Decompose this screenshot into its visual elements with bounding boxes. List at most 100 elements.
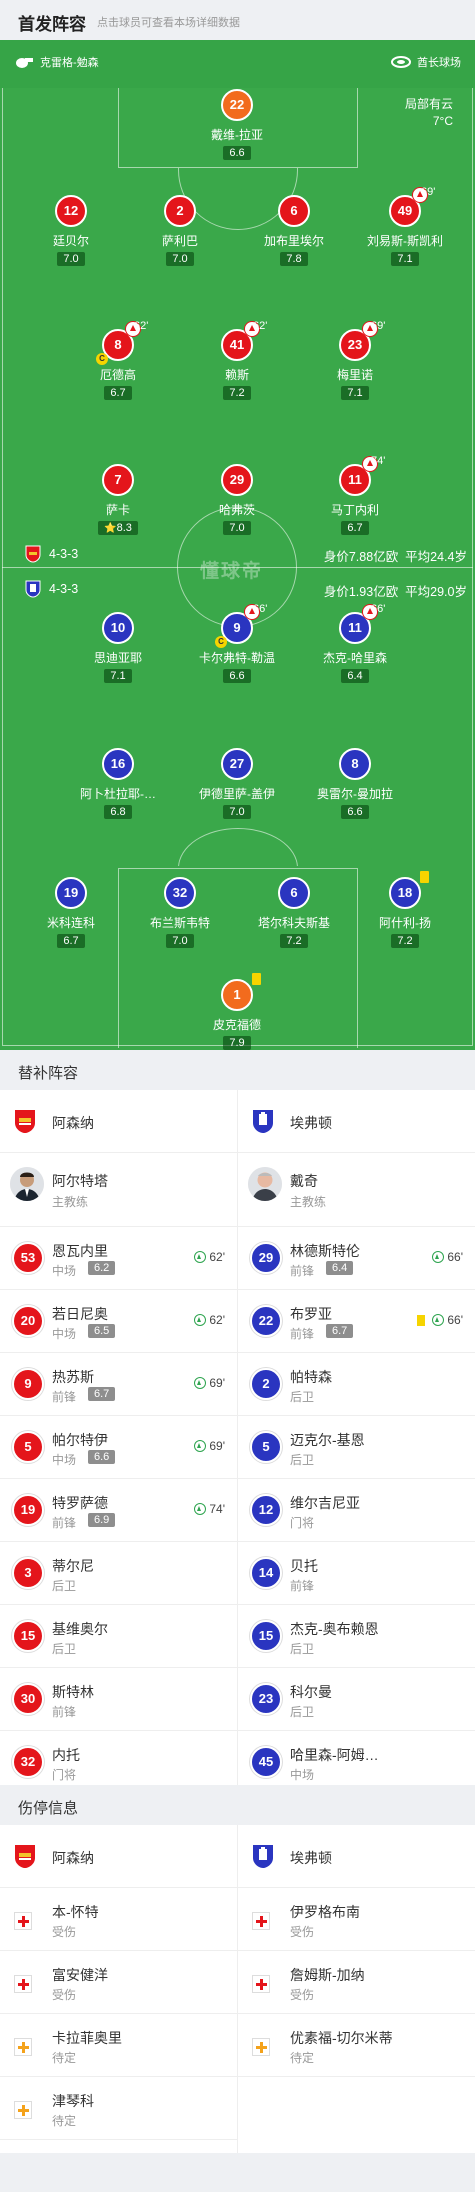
sub-player-position: 中场 [290,1768,315,1782]
rating-value: 7.8 [286,253,302,265]
player-home-11[interactable]: 11 74' 马丁内利 6.7 [300,455,410,536]
player-home-12[interactable]: 12 廷贝尔 7.0 [16,195,126,267]
sub-player-row[interactable]: 23 科尔曼 后卫 [238,1668,475,1731]
injured-player-name: 卡拉菲奥里 [52,2030,122,2046]
sub-player-rating: 6.7 [326,1324,354,1338]
sub-player-row[interactable]: 22 布罗亚 前锋 6.7 66' [238,1290,475,1353]
coach-role: 主教练 [52,1195,89,1209]
player-away-1[interactable]: 1 皮克福德 7.9 [182,973,292,1050]
sub-player-rating: 6.2 [88,1261,116,1275]
player-rating: 6.7 [341,521,369,535]
doubtful-cross-icon [14,2038,32,2056]
player-rating: 7.9 [223,1036,251,1050]
player-away-27[interactable]: 27 伊德里萨-盖伊 7.0 [182,748,292,820]
coach-avatar [248,1167,282,1201]
sub-player-row[interactable]: 15 杰克-奥布赖恩 后卫 [238,1605,475,1668]
player-home-2[interactable]: 2 萨利巴 7.0 [125,195,235,267]
sub-number-badge: 5 [12,1431,44,1463]
sub-number-badge: 2 [250,1368,282,1400]
player-away-16[interactable]: 16 阿卜杜拉耶-… 6.8 [63,748,173,820]
referee-name: 克雷格-勉森 [40,57,99,69]
rating-value: 6.8 [110,806,126,818]
player-away-8[interactable]: 8 奥雷尔-曼加拉 6.6 [300,748,410,820]
injury-row[interactable]: 卡拉菲奥里 待定 [0,2014,237,2077]
coach-row[interactable]: 戴奇 主教练 [238,1153,475,1227]
injury-section-header: 伤停信息 [0,1785,475,1825]
sub-player-row[interactable]: 3 蒂尔尼 后卫 [0,1542,237,1605]
player-home-8[interactable]: 8 62' C 厄德高 6.7 [63,320,173,401]
sub-player-row[interactable]: 12 维尔吉尼亚 门将 [238,1479,475,1542]
player-away-32[interactable]: 32 布兰斯韦特 7.0 [125,877,235,949]
player-name: 戴维-拉亚 [211,128,263,142]
team-header-row: 阿森纳 [0,1825,237,1888]
injury-row[interactable]: 津琴科 待定 [0,2077,237,2140]
sub-in-icon [432,1251,445,1263]
sub-player-row[interactable]: 5 帕尔特伊 中场 6.6 69' [0,1416,237,1479]
temperature-text: 7°C [432,114,453,128]
player-rating: 7.1 [391,252,419,266]
sub-player-row[interactable]: 9 热苏斯 前锋 6.7 69' [0,1353,237,1416]
player-home-29[interactable]: 29 哈弗茨 7.0 [182,464,292,536]
player-name: 哈弗茨 [218,503,255,517]
substitution-minute: 69' [421,186,436,198]
player-name: 卡尔弗特-勒温 [199,651,275,665]
sub-player-row[interactable]: 53 恩瓦内里 中场 6.2 62' [0,1227,237,1290]
player-away-19[interactable]: 19 米科连科 6.7 [16,877,126,949]
player-number-badge: 2 [164,195,196,227]
player-away-9[interactable]: 9 66' C 卡尔弗特-勒温 6.6 [182,603,292,684]
player-home-7[interactable]: 7 萨卡 ⭐8.3 [63,464,173,536]
player-home-6[interactable]: 6 加布里埃尔 7.8 [239,195,349,267]
sub-in-minute: 69' [209,1439,225,1453]
sub-player-row[interactable]: 2 帕特森 后卫 [238,1353,475,1416]
sub-number-badge: 15 [250,1620,282,1652]
player-home-41[interactable]: 41 62' 赖斯 7.2 [182,320,292,401]
rating-value: 7.2 [229,387,245,399]
subs-section-header: 替补阵容 [0,1050,475,1090]
player-number-badge: 32 [164,877,196,909]
player-name: 塔尔科夫斯基 [257,916,330,930]
injury-row[interactable]: 富安健洋 受伤 [0,1951,237,2014]
sub-player-row[interactable]: 14 贝托 前锋 [238,1542,475,1605]
sub-player-name: 热苏斯 [52,1369,94,1385]
injured-player-name: 津琴科 [52,2093,94,2109]
player-away-18[interactable]: 18 阿什利-扬 7.2 [350,871,460,949]
sub-player-row[interactable]: 5 迈克尔-基恩 后卫 [238,1416,475,1479]
rating-value: 7.2 [286,935,302,947]
injury-row[interactable]: 优素福-切尔米蒂 待定 [238,2014,475,2077]
player-home-22[interactable]: 22 戴维-拉亚 6.6 [182,89,292,161]
sub-player-row[interactable]: 19 特罗萨德 前锋 6.9 74' [0,1479,237,1542]
sub-player-row[interactable]: 29 林德斯特伦 前锋 6.4 66' [238,1227,475,1290]
match-info-bar: 克雷格-勉森 酋长球场 [0,40,475,88]
injury-status: 受伤 [290,1925,315,1939]
player-home-23[interactable]: 23 69' 梅里诺 7.1 [300,320,410,401]
page-footer [0,2153,475,2192]
player-home-49[interactable]: 49 69' 刘易斯-斯凯利 7.1 [350,186,460,267]
injury-row[interactable]: 詹姆斯-加纳 受伤 [238,1951,475,2014]
player-rating: 6.4 [341,669,369,683]
sub-player-rating: 6.5 [88,1324,116,1338]
injured-player-name: 詹姆斯-加纳 [290,1967,365,1983]
sub-player-rating: 6.4 [326,1261,354,1275]
coach-avatar [10,1167,44,1201]
player-away-11[interactable]: 11 66' 杰克-哈里森 6.4 [300,603,410,684]
injury-row[interactable]: 伊罗格布南 受伤 [238,1888,475,1951]
injured-player-name: 富安健洋 [52,1967,108,1983]
player-rating: ⭐8.3 [98,521,138,535]
sub-player-name: 特罗萨德 [52,1495,108,1511]
player-number-badge: 10 [102,612,134,644]
player-rating: 6.6 [223,146,251,160]
substitution-minute: 66' [253,603,268,615]
sub-player-row[interactable]: 15 基维奥尔 后卫 [0,1605,237,1668]
player-name: 马丁内利 [330,503,379,517]
player-name: 皮克福德 [212,1018,261,1032]
substitution-minute: 62' [253,320,268,332]
player-name: 萨利巴 [161,234,198,248]
coach-row[interactable]: 阿尔特塔 主教练 [0,1153,237,1227]
player-away-6[interactable]: 6 塔尔科夫斯基 7.2 [239,877,349,949]
player-away-10[interactable]: 10 思迪亚耶 7.1 [63,612,173,684]
sub-player-row[interactable]: 20 若日尼奥 中场 6.5 62' [0,1290,237,1353]
sub-player-row[interactable]: 30 斯特林 前锋 [0,1668,237,1731]
rating-value: 6.6 [347,806,363,818]
injury-row[interactable]: 本-怀特 受伤 [0,1888,237,1951]
rating-value: 7.0 [63,253,79,265]
